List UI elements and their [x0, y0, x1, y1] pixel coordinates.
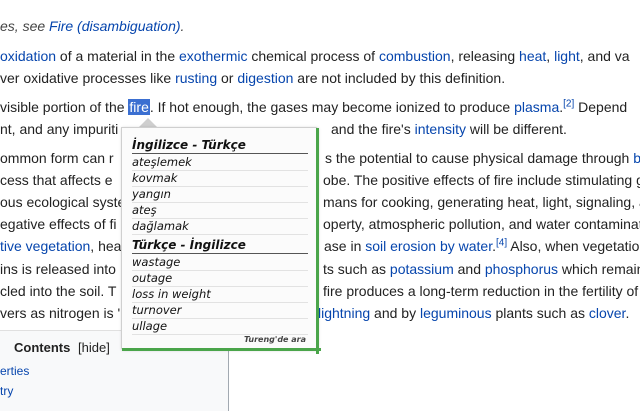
para3-line4-left: egative effects of fi	[0, 216, 117, 232]
para3-line5-left: tive vegetation, hea	[0, 238, 122, 254]
popup-section-tr-en-title: Türkçe - İngilizce	[132, 238, 308, 254]
popup-accent-right	[316, 128, 319, 354]
translation-turnover[interactable]: turnover	[132, 303, 308, 319]
para3-line1-left: ommon form can r	[0, 150, 114, 166]
link-plasma[interactable]: plasma	[514, 99, 559, 115]
link-phosphorus[interactable]: phosphorus	[485, 261, 558, 277]
toc-item-history[interactable]: try	[0, 384, 13, 398]
translation-kovmak[interactable]: kovmak	[132, 171, 308, 187]
para2-line1: visible portion of the fire. If hot enou…	[0, 98, 628, 115]
translation-loss-in-weight[interactable]: loss in weight	[132, 287, 308, 303]
para3-line4-right: operty, atmospheric pollution, and water…	[323, 216, 640, 232]
reference-4[interactable]: [4]	[496, 237, 507, 248]
para3-line8-right: lightning and by leguminous plants such …	[318, 305, 630, 321]
link-soil-erosion[interactable]: soil erosion by water	[365, 238, 492, 254]
translation-wastage[interactable]: wastage	[132, 255, 308, 271]
link-digestion[interactable]: digestion	[237, 70, 293, 86]
selected-word-fire[interactable]: fire	[128, 99, 150, 115]
para3-line3-right: mans for cooking, generating heat, light…	[323, 194, 640, 210]
popup-section-en-tr-title: İngilizce - Türkçe	[132, 138, 308, 154]
toc-item-properties[interactable]: erties	[0, 364, 29, 378]
popup-pointer	[139, 118, 157, 127]
link-leguminous[interactable]: leguminous	[420, 305, 492, 321]
link-heat[interactable]: heat	[519, 48, 546, 64]
toc-title: Contents	[14, 340, 71, 355]
para3-line3-left: ous ecological syste	[0, 194, 126, 210]
para3-line7-right: fire produces a long-term reduction in t…	[323, 283, 639, 299]
dictionary-popup: İngilizce - Türkçe ateşlemek kovmak yang…	[121, 127, 321, 354]
link-rusting[interactable]: rusting	[175, 70, 217, 86]
translation-yangin[interactable]: yangın	[132, 187, 308, 203]
link-lightning[interactable]: lightning	[318, 305, 370, 321]
para3-line2-left: cess that affects e	[0, 172, 113, 188]
para2-line2-left: nt, and any impuriti	[0, 121, 119, 137]
link-clover[interactable]: clover	[589, 305, 626, 321]
link-vegetation[interactable]: tive vegetation	[0, 238, 90, 254]
para1-line1: oxidation of a material in the exothermi…	[0, 48, 630, 64]
para2-line2-right: and the fire's intensity will be differe…	[331, 121, 567, 137]
popup-accent-bottom	[122, 348, 321, 351]
toc-hide-toggle[interactable]: [hide]	[78, 340, 110, 355]
link-combustion[interactable]: combustion	[379, 48, 451, 64]
para3-line2-right: obe. The positive effects of fire includ…	[323, 172, 640, 188]
para3-line5-right: ase in soil erosion by water.[4] Also, w…	[324, 237, 640, 254]
translation-ateslemek[interactable]: ateşlemek	[132, 155, 308, 171]
link-intensity[interactable]: intensity	[415, 121, 466, 137]
para3-line7-left: cled into the soil. T	[0, 283, 117, 299]
hatnote: es, see Fire (disambiguation).	[0, 18, 185, 34]
para3-line6-left: ins is released into	[0, 261, 116, 277]
para3-line1-right: s the potential to cause physical damage…	[325, 147, 640, 169]
hatnote-text: es, see	[0, 18, 50, 34]
tureng-search-link[interactable]: Tureng'de ara	[244, 335, 306, 344]
link-fire-disambiguation[interactable]: Fire (disambiguation)	[49, 18, 181, 34]
reference-2[interactable]: [2]	[563, 98, 574, 109]
translation-daglamak[interactable]: dağlamak	[132, 219, 308, 235]
para3-line8-left: vers as nitrogen is '	[0, 305, 121, 321]
para3-line6-right: ts such as potassium and phosphorus whic…	[323, 261, 640, 277]
link-exothermic[interactable]: exothermic	[179, 48, 247, 64]
link-oxidation[interactable]: oxidation	[0, 48, 56, 64]
translation-ates[interactable]: ateş	[132, 203, 308, 219]
translation-outage[interactable]: outage	[132, 271, 308, 287]
para1-line2: ver oxidative processes like rusting or …	[0, 70, 506, 86]
link-potassium[interactable]: potassium	[390, 261, 454, 277]
link-light[interactable]: light	[554, 48, 580, 64]
translation-ullage[interactable]: ullage	[132, 319, 308, 335]
link-burn[interactable]: bu	[633, 150, 640, 166]
